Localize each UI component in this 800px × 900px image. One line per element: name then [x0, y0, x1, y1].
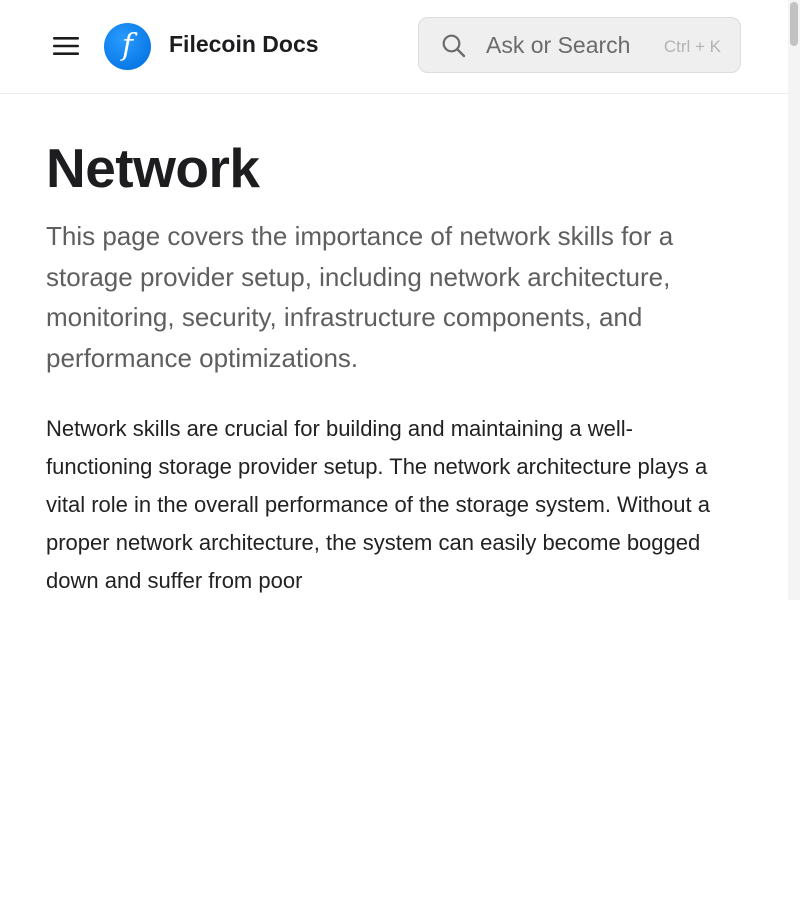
main-content: Network This page covers the importance … [46, 130, 736, 600]
search-shortcut-hint: Ctrl + K [663, 37, 721, 56]
logo-glyph: f [121, 27, 134, 63]
hamburger-menu-icon [53, 37, 79, 55]
page-title: Network [46, 137, 260, 199]
top-header: f Filecoin Docs Ask or Search Ctrl + K [0, 0, 789, 94]
filecoin-logo[interactable]: f [104, 23, 151, 70]
body-paragraph: Network skills are crucial for building … [46, 416, 710, 593]
menu-button[interactable] [50, 30, 82, 62]
page-description: This page covers the importance of netwo… [46, 221, 674, 373]
scrollbar[interactable] [788, 0, 800, 600]
page-viewport: f Filecoin Docs Ask or Search Ctrl + K N… [0, 0, 800, 600]
search-icon [442, 34, 466, 58]
search-input[interactable]: Ask or Search Ctrl + K [418, 17, 741, 73]
search-placeholder: Ask or Search [486, 32, 631, 58]
scrollbar-thumb[interactable] [790, 2, 798, 46]
site-title[interactable]: Filecoin Docs [169, 31, 319, 58]
